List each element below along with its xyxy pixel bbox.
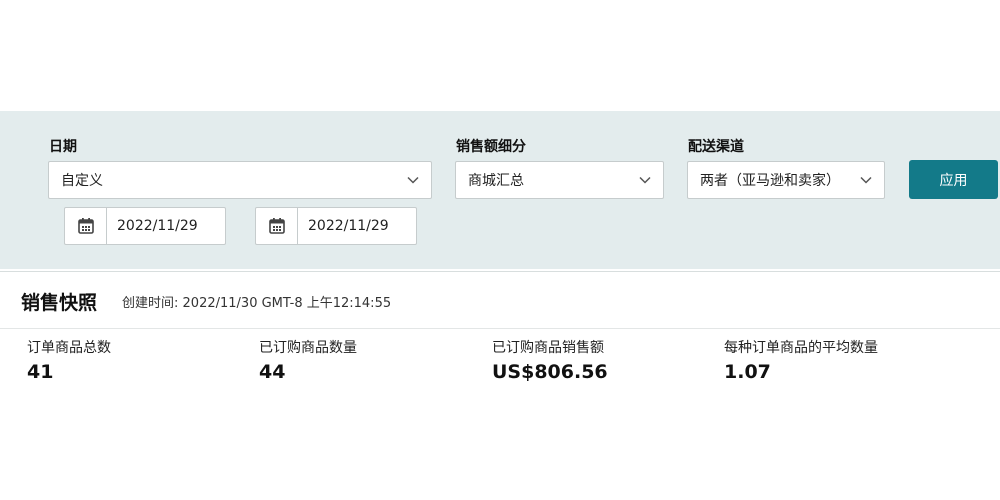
metric-ordered-product-sales: 已订购商品销售额 US$806.56	[492, 337, 608, 383]
metric-value: 44	[259, 361, 286, 383]
sales-breakdown-select[interactable]: 商城汇总	[455, 161, 664, 199]
calendar-button[interactable]	[65, 208, 107, 244]
snapshot-header: 销售快照 创建时间: 2022/11/30 GMT-8 上午12:14:55	[0, 272, 1000, 329]
filter-panel: 日期 自定义 2022/11/29 2022/11/29 销售额细分 商城汇总 …	[0, 111, 1000, 269]
chevron-down-icon	[860, 176, 872, 184]
start-date-value: 2022/11/29	[117, 218, 198, 234]
metric-value: US$806.56	[492, 361, 608, 383]
start-date-input[interactable]: 2022/11/29	[64, 207, 226, 245]
calendar-button[interactable]	[256, 208, 298, 244]
sales-breakdown-label: 销售额细分	[456, 139, 526, 155]
metric-avg-units-per-order-item: 每种订单商品的平均数量 1.07	[724, 337, 878, 383]
chevron-down-icon	[407, 176, 419, 184]
apply-button[interactable]: 应用	[909, 160, 998, 199]
metric-total-order-items: 订单商品总数 41	[27, 337, 111, 383]
date-range-value: 自定义	[61, 173, 103, 189]
created-value: 2022/11/30 GMT-8 上午12:14:55	[182, 296, 392, 311]
metric-value: 1.07	[724, 361, 771, 383]
fulfillment-select[interactable]: 两者（亚马逊和卖家）	[687, 161, 885, 199]
date-range-select[interactable]: 自定义	[48, 161, 432, 199]
fulfillment-value: 两者（亚马逊和卖家）	[700, 173, 840, 189]
metric-label: 订单商品总数	[27, 340, 111, 356]
fulfillment-label: 配送渠道	[688, 139, 744, 155]
metric-value: 41	[27, 361, 54, 383]
calendar-icon	[268, 218, 285, 234]
calendar-icon	[77, 218, 94, 234]
end-date-input[interactable]: 2022/11/29	[255, 207, 417, 245]
metric-units-ordered: 已订购商品数量 44	[259, 337, 357, 383]
snapshot-title: 销售快照	[21, 292, 98, 314]
date-label: 日期	[49, 139, 77, 155]
metric-label: 每种订单商品的平均数量	[724, 340, 878, 356]
snapshot-created-time: 创建时间: 2022/11/30 GMT-8 上午12:14:55	[122, 292, 391, 311]
created-label: 创建时间:	[122, 296, 179, 311]
chevron-down-icon	[639, 176, 651, 184]
sales-breakdown-value: 商城汇总	[468, 173, 524, 189]
sales-snapshot: 销售快照 创建时间: 2022/11/30 GMT-8 上午12:14:55 订…	[0, 271, 1000, 396]
metric-label: 已订购商品数量	[259, 340, 357, 356]
metric-label: 已订购商品销售额	[492, 340, 604, 356]
end-date-value: 2022/11/29	[308, 218, 389, 234]
